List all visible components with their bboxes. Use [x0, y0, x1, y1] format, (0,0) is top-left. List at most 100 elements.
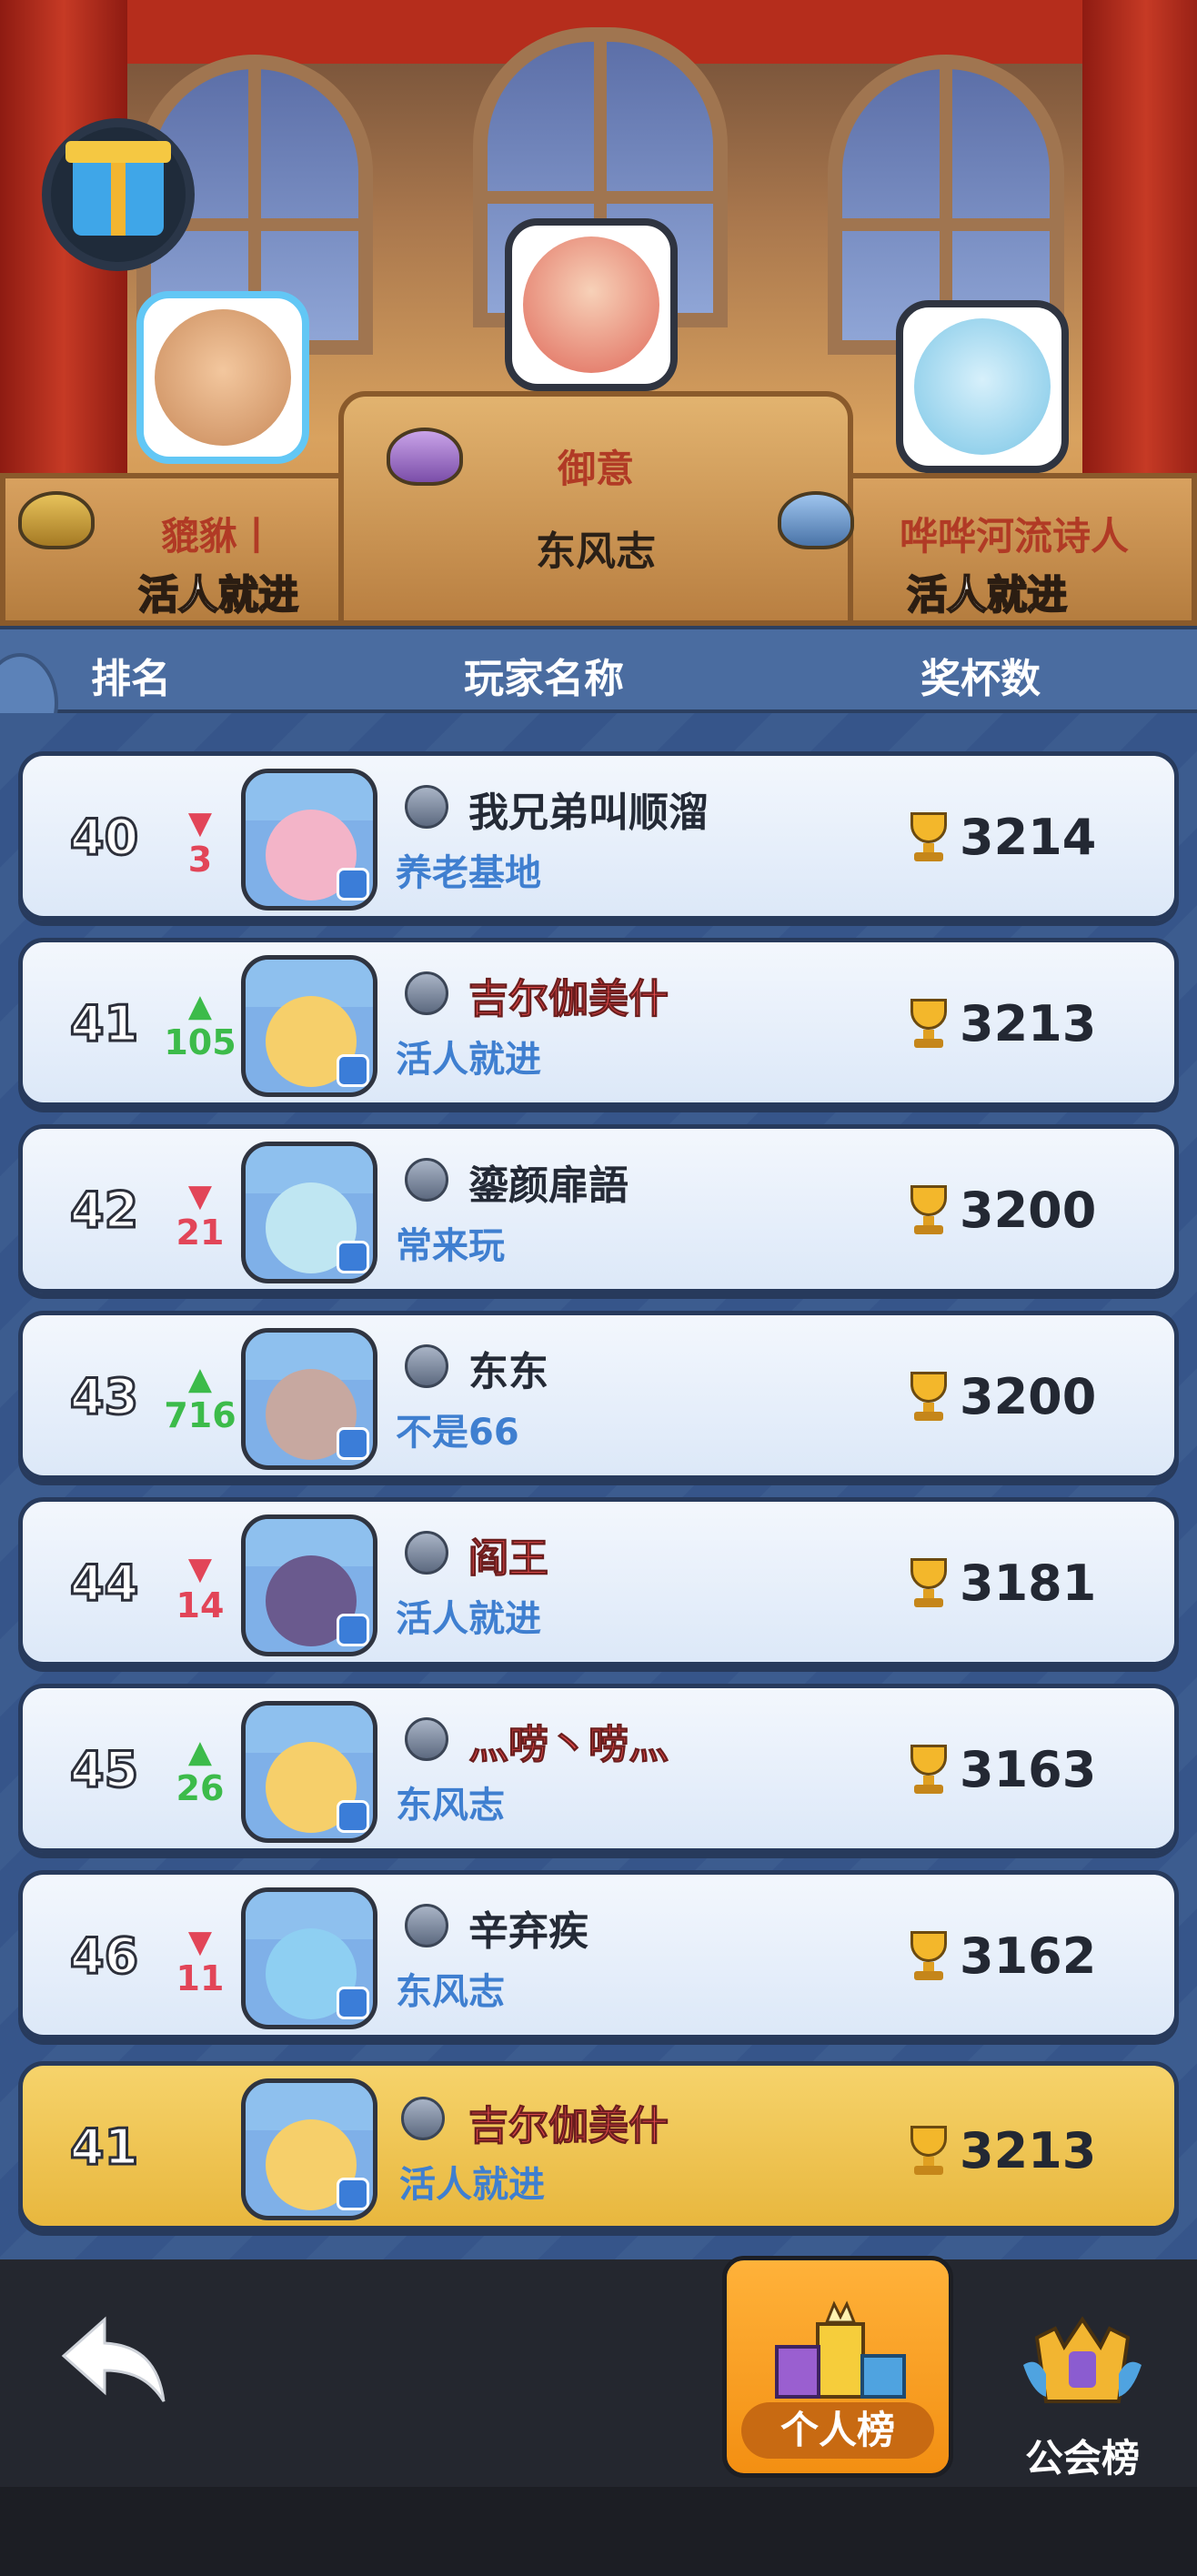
- podium-third-avatar[interactable]: [896, 300, 1069, 473]
- rank-change-value: 26: [176, 1768, 225, 1808]
- table-row[interactable]: 43 ▲ 716 东东 不是66 3200: [18, 1311, 1179, 1480]
- rank-number: 43: [68, 1367, 139, 1427]
- player-avatar[interactable]: [241, 769, 377, 911]
- guild-name: 活人就进: [396, 1039, 541, 1081]
- podium-second-guild: 活人就进: [137, 571, 299, 619]
- podium-first-player: 御意: [557, 447, 634, 491]
- my-rank-row[interactable]: 41 吉尔伽美什 活人就进 3213: [18, 2061, 1179, 2230]
- player-avatar[interactable]: [241, 1328, 377, 1470]
- avatar-badge-icon: [337, 1987, 369, 2019]
- trophy-count: 3181: [960, 1555, 1097, 1612]
- avatar-badge-icon: [337, 1054, 369, 1087]
- podium-stage: 御意 东风志 貔貅丨 活人就进 哗哗河流诗人 活人就进: [0, 0, 1197, 626]
- player-avatar[interactable]: [241, 955, 377, 1097]
- table-row[interactable]: 40 ▼ 3 我兄弟叫顺溜 养老基地 3214: [18, 751, 1179, 921]
- tab-personal-ranking[interactable]: 个人榜: [722, 2256, 953, 2478]
- trophy-count: 3213: [960, 995, 1097, 1052]
- trophy-icon: [903, 1745, 954, 1796]
- rank-emblem-icon: [405, 1904, 448, 1947]
- trophy-icon: [903, 1558, 954, 1609]
- table-row[interactable]: 42 ▼ 21 鎏颜扉語 常来玩 3200: [18, 1124, 1179, 1293]
- player-name: 阎王: [468, 1535, 549, 1583]
- rank-change: ▲ 26: [159, 1736, 241, 1808]
- avatar-badge-icon: [337, 1427, 369, 1460]
- guild-name: 东风志: [396, 1971, 505, 2013]
- podium-second-avatar[interactable]: [136, 291, 309, 464]
- trophy-icon: [903, 2126, 954, 2177]
- rank-number: 41: [68, 2118, 139, 2178]
- podium-first-pedestal: [338, 391, 853, 626]
- back-button[interactable]: [55, 2310, 173, 2410]
- avatar-face: [523, 236, 659, 373]
- arrow-up-icon: ▲: [187, 988, 213, 1024]
- header-trophies: 奖杯数: [920, 656, 1041, 702]
- rank-number: 41: [68, 994, 139, 1054]
- rank-change: ▲ 105: [159, 990, 241, 1062]
- leaderboard-header: 排名 玩家名称 奖杯数: [0, 626, 1197, 713]
- player-avatar[interactable]: [241, 1142, 377, 1283]
- gift-button[interactable]: [42, 118, 195, 271]
- trophy-icon: [903, 812, 954, 863]
- table-row[interactable]: 45 ▲ 26 灬唠丶唠灬 东风志 3163: [18, 1684, 1179, 1853]
- avatar-face: [155, 309, 291, 446]
- trophy-count: 3162: [960, 1927, 1097, 1985]
- podium-first-avatar[interactable]: [505, 218, 678, 391]
- trophy-count: 3163: [960, 1741, 1097, 1798]
- tab-guild-ranking[interactable]: 公会榜: [991, 2310, 1173, 2483]
- rank-number: 42: [68, 1181, 139, 1241]
- arrow-up-icon: ▲: [187, 1734, 213, 1770]
- rank-number: 40: [68, 808, 139, 868]
- guild-name: 养老基地: [396, 852, 541, 894]
- trophy-icon: [903, 1185, 954, 1236]
- trophy-count: 3213: [960, 2122, 1097, 2179]
- header-rank: 排名: [91, 656, 171, 702]
- avatar-badge-icon: [337, 868, 369, 901]
- tab-guild-label: 公会榜: [1024, 2436, 1140, 2480]
- rank-emblem-icon: [405, 1717, 448, 1761]
- avatar-badge-icon: [337, 1614, 369, 1646]
- podium-third-guild: 活人就进: [906, 571, 1068, 619]
- bottom-bar-lower: [0, 2487, 1197, 2576]
- back-arrow-icon: [61, 2316, 166, 2402]
- rank-emblem-icon: [405, 971, 448, 1015]
- player-avatar[interactable]: [241, 1514, 377, 1656]
- podium-first-guild: 东风志: [536, 528, 656, 575]
- rank-change-value: 3: [187, 840, 213, 880]
- rank-emblem-icon: [401, 2097, 445, 2140]
- avatar-face: [914, 318, 1051, 455]
- player-avatar[interactable]: [241, 2078, 377, 2220]
- rank-emblem-icon: [405, 1531, 448, 1575]
- gift-icon: [65, 141, 171, 236]
- player-name: 辛弃疾: [468, 1908, 588, 1955]
- arrow-down-icon: ▼: [187, 805, 213, 841]
- avatar-badge-icon: [337, 1241, 369, 1273]
- guild-podium-icon: [1023, 2316, 1142, 2403]
- avatar-badge-icon: [337, 1800, 369, 1833]
- table-row[interactable]: 41 ▲ 105 吉尔伽美什活人就进 3213: [18, 938, 1179, 1107]
- table-row[interactable]: 46 ▼ 11 辛弃疾东风志 3162: [18, 1870, 1179, 2039]
- table-row[interactable]: 44 ▼ 14 阎王 活人就进 3181: [18, 1497, 1179, 1666]
- player-name: 灬唠丶唠灬: [468, 1722, 669, 1769]
- rank-change: ▼ 14: [159, 1553, 241, 1625]
- rank-change-value: 14: [176, 1585, 225, 1625]
- rank-change: ▼ 11: [159, 1926, 241, 1998]
- curtain-right: [1082, 0, 1197, 473]
- player-name: 吉尔伽美什: [468, 976, 669, 1023]
- player-name: 吉尔伽美什: [468, 2103, 669, 2150]
- trophy-icon: [903, 999, 954, 1050]
- tab-personal-label: 个人榜: [741, 2402, 934, 2459]
- podium-second-player: 貔貅丨: [160, 514, 276, 558]
- podium-icon: [775, 2300, 906, 2399]
- trophy-icon: [903, 1931, 954, 1982]
- arrow-down-icon: ▼: [187, 1178, 213, 1214]
- rank-number: 44: [68, 1554, 139, 1614]
- rank-crest-icon: [387, 428, 463, 486]
- trophy-icon: [903, 1372, 954, 1423]
- player-avatar[interactable]: [241, 1701, 377, 1843]
- rank-change-value: 11: [176, 1958, 225, 1998]
- player-name: 我兄弟叫顺溜: [468, 790, 709, 836]
- rank-number: 45: [68, 1740, 139, 1800]
- rank-number: 46: [68, 1927, 139, 1987]
- rank-emblem-icon: [405, 1158, 448, 1202]
- player-avatar[interactable]: [241, 1887, 377, 2029]
